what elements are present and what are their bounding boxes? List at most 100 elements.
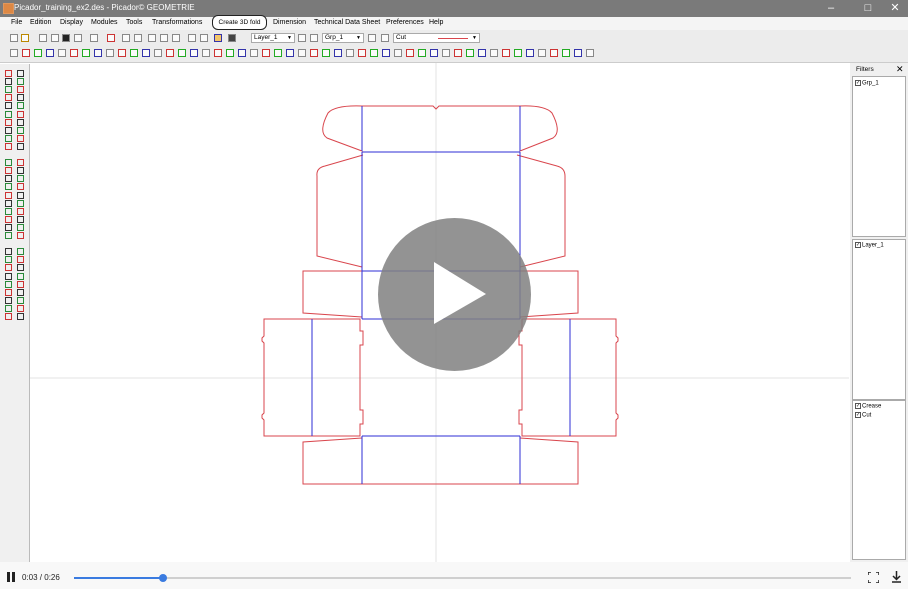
close-icon[interactable]: ✕ <box>896 64 904 75</box>
palette-tool-icon[interactable] <box>5 78 12 86</box>
download-icon[interactable] <box>891 571 902 583</box>
play-overlay-button[interactable] <box>378 218 531 371</box>
create-3d-fold-icon[interactable] <box>214 34 222 42</box>
palette-tool-icon[interactable] <box>5 313 12 320</box>
palette-tool-icon[interactable] <box>17 248 24 256</box>
draw-tool-icon[interactable] <box>514 49 522 57</box>
palette-tool-icon[interactable] <box>5 126 12 134</box>
palette-tool-icon[interactable] <box>17 232 24 239</box>
draw-tool-icon[interactable] <box>142 49 150 57</box>
draw-tool-icon[interactable] <box>202 49 210 57</box>
redo-icon[interactable] <box>134 34 142 42</box>
group-select[interactable]: Grp_1 ▼ <box>322 33 364 43</box>
draw-tool-icon[interactable] <box>130 49 138 57</box>
palette-tool-icon[interactable] <box>17 110 24 118</box>
menu-modules[interactable]: Modules <box>91 19 117 26</box>
menu-display[interactable]: Display <box>60 19 83 26</box>
cross-icon[interactable] <box>107 34 115 42</box>
draw-tool-icon[interactable] <box>358 49 366 57</box>
print-icon[interactable] <box>90 34 98 42</box>
open-folder-icon[interactable] <box>21 34 29 42</box>
close-button[interactable]: ✕ <box>880 0 908 17</box>
draw-tool-icon[interactable] <box>310 49 318 57</box>
draw-tool-icon[interactable] <box>478 49 486 57</box>
group-properties-icon[interactable] <box>368 34 376 42</box>
palette-tool-icon[interactable] <box>5 142 12 150</box>
maximize-button[interactable]: □ <box>853 0 883 17</box>
palette-tool-icon[interactable] <box>5 167 12 175</box>
undo-icon[interactable] <box>122 34 130 42</box>
draw-tool-icon[interactable] <box>406 49 414 57</box>
palette-tool-icon[interactable] <box>5 223 12 231</box>
palette-tool-icon[interactable] <box>17 78 24 86</box>
draw-tool-icon[interactable] <box>322 49 330 57</box>
palette-tool-icon[interactable] <box>5 134 12 142</box>
filter-item-group[interactable]: ✓ Grp_1 <box>855 80 879 87</box>
palette-tool-icon[interactable] <box>17 280 24 288</box>
draw-tool-icon[interactable] <box>106 49 114 57</box>
draw-tool-icon[interactable] <box>226 49 234 57</box>
palette-tool-icon[interactable] <box>17 191 24 199</box>
palette-tool-icon[interactable] <box>17 70 24 77</box>
palette-tool-icon[interactable] <box>17 86 24 94</box>
draw-tool-icon[interactable] <box>166 49 174 57</box>
draw-tool-icon[interactable] <box>94 49 102 57</box>
draw-tool-icon[interactable] <box>370 49 378 57</box>
palette-tool-icon[interactable] <box>17 94 24 102</box>
draw-tool-icon[interactable] <box>22 49 30 57</box>
filter-item-crease[interactable]: ✓ Crease <box>855 403 881 410</box>
pause-icon[interactable] <box>6 572 16 582</box>
palette-tool-icon[interactable] <box>5 207 12 215</box>
draw-tool-icon[interactable] <box>442 49 450 57</box>
draw-tool-icon[interactable] <box>274 49 282 57</box>
draw-tool-icon[interactable] <box>346 49 354 57</box>
save-icon[interactable] <box>62 34 70 42</box>
palette-tool-icon[interactable] <box>17 134 24 142</box>
printer-icon[interactable] <box>200 34 208 42</box>
draw-tool-icon[interactable] <box>58 49 66 57</box>
group-delete-icon[interactable] <box>381 34 389 42</box>
palette-tool-icon[interactable] <box>17 288 24 296</box>
layer-delete-icon[interactable] <box>310 34 318 42</box>
draw-tool-icon[interactable] <box>382 49 390 57</box>
draw-tool-icon[interactable] <box>46 49 54 57</box>
palette-tool-icon[interactable] <box>5 288 12 296</box>
palette-tool-icon[interactable] <box>5 183 12 191</box>
palette-tool-icon[interactable] <box>17 272 24 280</box>
draw-tool-icon[interactable] <box>454 49 462 57</box>
draw-tool-icon[interactable] <box>562 49 570 57</box>
new-file-icon[interactable] <box>10 34 18 42</box>
palette-tool-icon[interactable] <box>17 102 24 110</box>
palette-tool-icon[interactable] <box>5 280 12 288</box>
palette-tool-icon[interactable] <box>5 304 12 312</box>
checkbox[interactable]: ✓ <box>855 412 861 418</box>
draw-tool-icon[interactable] <box>238 49 246 57</box>
draw-tool-icon[interactable] <box>82 49 90 57</box>
layer-select[interactable]: Layer_1 ▼ <box>251 33 295 43</box>
menu-edition[interactable]: Edition <box>30 19 51 26</box>
draw-tool-icon[interactable] <box>286 49 294 57</box>
palette-tool-icon[interactable] <box>17 199 24 207</box>
draw-tool-icon[interactable] <box>334 49 342 57</box>
draw-tool-icon[interactable] <box>574 49 582 57</box>
palette-tool-icon[interactable] <box>17 223 24 231</box>
menu-transformations[interactable]: Transformations <box>152 19 202 26</box>
palette-tool-icon[interactable] <box>17 207 24 215</box>
linetype-select[interactable]: Cut ▼ <box>393 33 480 43</box>
draw-tool-icon[interactable] <box>214 49 222 57</box>
fullscreen-icon[interactable] <box>868 572 879 583</box>
paste-icon[interactable] <box>172 34 180 42</box>
palette-tool-icon[interactable] <box>17 183 24 191</box>
palette-tool-icon[interactable] <box>17 159 24 167</box>
palette-tool-icon[interactable] <box>5 118 12 126</box>
cut-icon[interactable] <box>148 34 156 42</box>
palette-tool-icon[interactable] <box>17 126 24 134</box>
checkbox[interactable]: ✓ <box>855 242 861 248</box>
draw-tool-icon[interactable] <box>10 49 18 57</box>
palette-tool-icon[interactable] <box>5 94 12 102</box>
palette-tool-icon[interactable] <box>5 272 12 280</box>
import-icon[interactable] <box>39 34 47 42</box>
menu-file[interactable]: File <box>11 19 22 26</box>
checkbox[interactable]: ✓ <box>855 403 861 409</box>
menu-technical-data-sheet[interactable]: Technical Data Sheet <box>314 19 380 26</box>
